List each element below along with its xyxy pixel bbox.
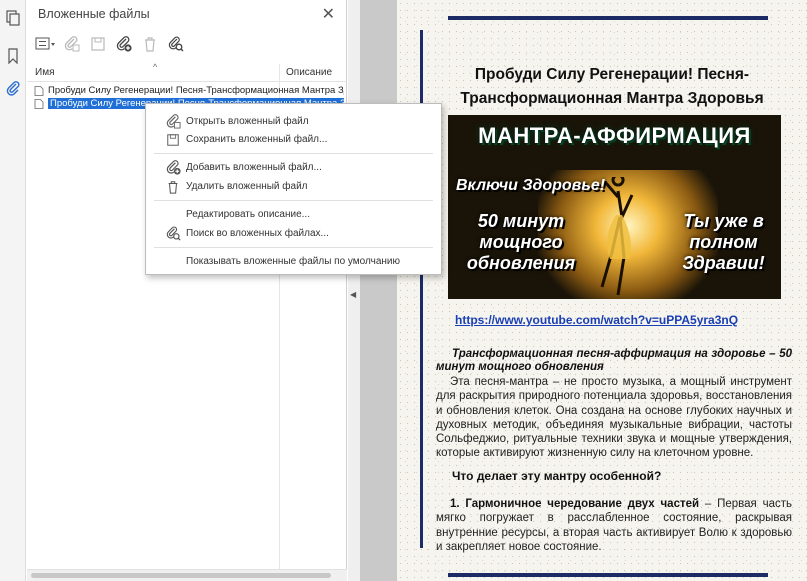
add-attachment-icon: [165, 160, 181, 176]
search-attachments-icon: [165, 226, 181, 242]
panel-splitter[interactable]: ◀: [348, 0, 360, 581]
column-description[interactable]: Описание: [286, 67, 332, 78]
attachment-row[interactable]: Пробуди Силу Регенерации! Песня-Трансфор…: [34, 84, 344, 97]
pages-icon[interactable]: [3, 8, 23, 28]
banner-text-left-top: Включи Здоровье!: [456, 177, 606, 194]
attachments-toolbar: [35, 33, 187, 55]
list-item-title: 1. Гармоничное чередование двух частей: [450, 498, 700, 510]
menu-separator: [154, 153, 433, 154]
context-menu: Открыть вложенный файл Сохранить вложенн…: [145, 103, 442, 275]
panel-title: Вложенные файлы: [38, 7, 150, 21]
collapse-arrow-icon[interactable]: ◀: [350, 290, 356, 299]
menu-add-attachment[interactable]: Добавить вложенный файл...: [146, 158, 441, 177]
bookmark-icon[interactable]: [3, 46, 23, 66]
save-icon: [165, 132, 181, 148]
body-paragraph: Эта песня-мантра – не просто музыка, а м…: [436, 376, 792, 460]
menu-separator: [154, 200, 433, 201]
menu-show-by-default[interactable]: Показывать вложенные файлы по умолчанию: [146, 252, 441, 271]
file-icon: [34, 85, 44, 96]
scrollbar-thumb[interactable]: [31, 573, 331, 578]
menu-open-attachment[interactable]: Открыть вложенный файл: [146, 112, 441, 131]
list-item: 1. Гармоничное чередование двух частей –…: [436, 497, 792, 554]
file-icon: [34, 98, 44, 109]
add-attachment-icon[interactable]: [113, 34, 135, 54]
section-heading: Что делает эту мантру особенной?: [452, 469, 662, 483]
document-page: Пробуди Силу Регенерации! Песня-Трансфор…: [397, 0, 807, 581]
document-title: Пробуди Силу Регенерации! Песня-Трансфор…: [460, 66, 764, 107]
trash-icon: [165, 179, 181, 195]
paperclip-icon[interactable]: [3, 78, 23, 98]
youtube-link[interactable]: https://www.youtube.com/watch?v=uPPA5yra…: [455, 313, 738, 327]
dancer-silhouette: [600, 177, 634, 296]
attachment-name: Пробуди Силу Регенерации! Песня-Трансфор…: [48, 85, 344, 96]
column-name[interactable]: Имя: [35, 67, 54, 78]
menu-save-attachment[interactable]: Сохранить вложенный файл...: [146, 130, 441, 149]
options-menu-icon[interactable]: [35, 34, 57, 54]
horizontal-scrollbar[interactable]: [27, 569, 347, 581]
attachments-panel: Вложенные файлы ✕ Имя ^ Описание Пробуди…: [27, 0, 347, 581]
close-icon[interactable]: ✕: [322, 4, 335, 24]
top-rule: [448, 16, 768, 20]
column-header: Имя ^ Описание: [27, 62, 347, 82]
save-attachment-icon[interactable]: [87, 34, 109, 54]
search-attachments-icon[interactable]: [165, 34, 187, 54]
paperclip-open-icon: [165, 114, 181, 130]
banner-text-left: 50 минут мощного обновления: [466, 211, 576, 273]
open-attachment-icon[interactable]: [61, 34, 83, 54]
banner-text-right: Ты уже в полном Здравии!: [682, 211, 765, 273]
banner-headline: МАНТРА-АФФИРМАЦИЯ: [478, 123, 751, 148]
menu-delete-attachment[interactable]: Удалить вложенный файл: [146, 177, 441, 196]
trash-icon[interactable]: [139, 34, 161, 54]
lead-paragraph: Трансформационная песня-аффирмация на зд…: [436, 348, 792, 373]
sort-ascending-icon: ^: [153, 62, 158, 72]
menu-separator: [154, 247, 433, 248]
menu-search-attachments[interactable]: Поиск во вложенных файлах...: [146, 224, 441, 243]
bottom-rule: [448, 573, 768, 577]
menu-edit-description[interactable]: Редактировать описание...: [146, 205, 441, 224]
left-tool-rail: [0, 0, 26, 581]
banner-image: МАНТРА-АФФИРМАЦИЯ Включи Здоровье! 50 ми…: [448, 115, 781, 299]
